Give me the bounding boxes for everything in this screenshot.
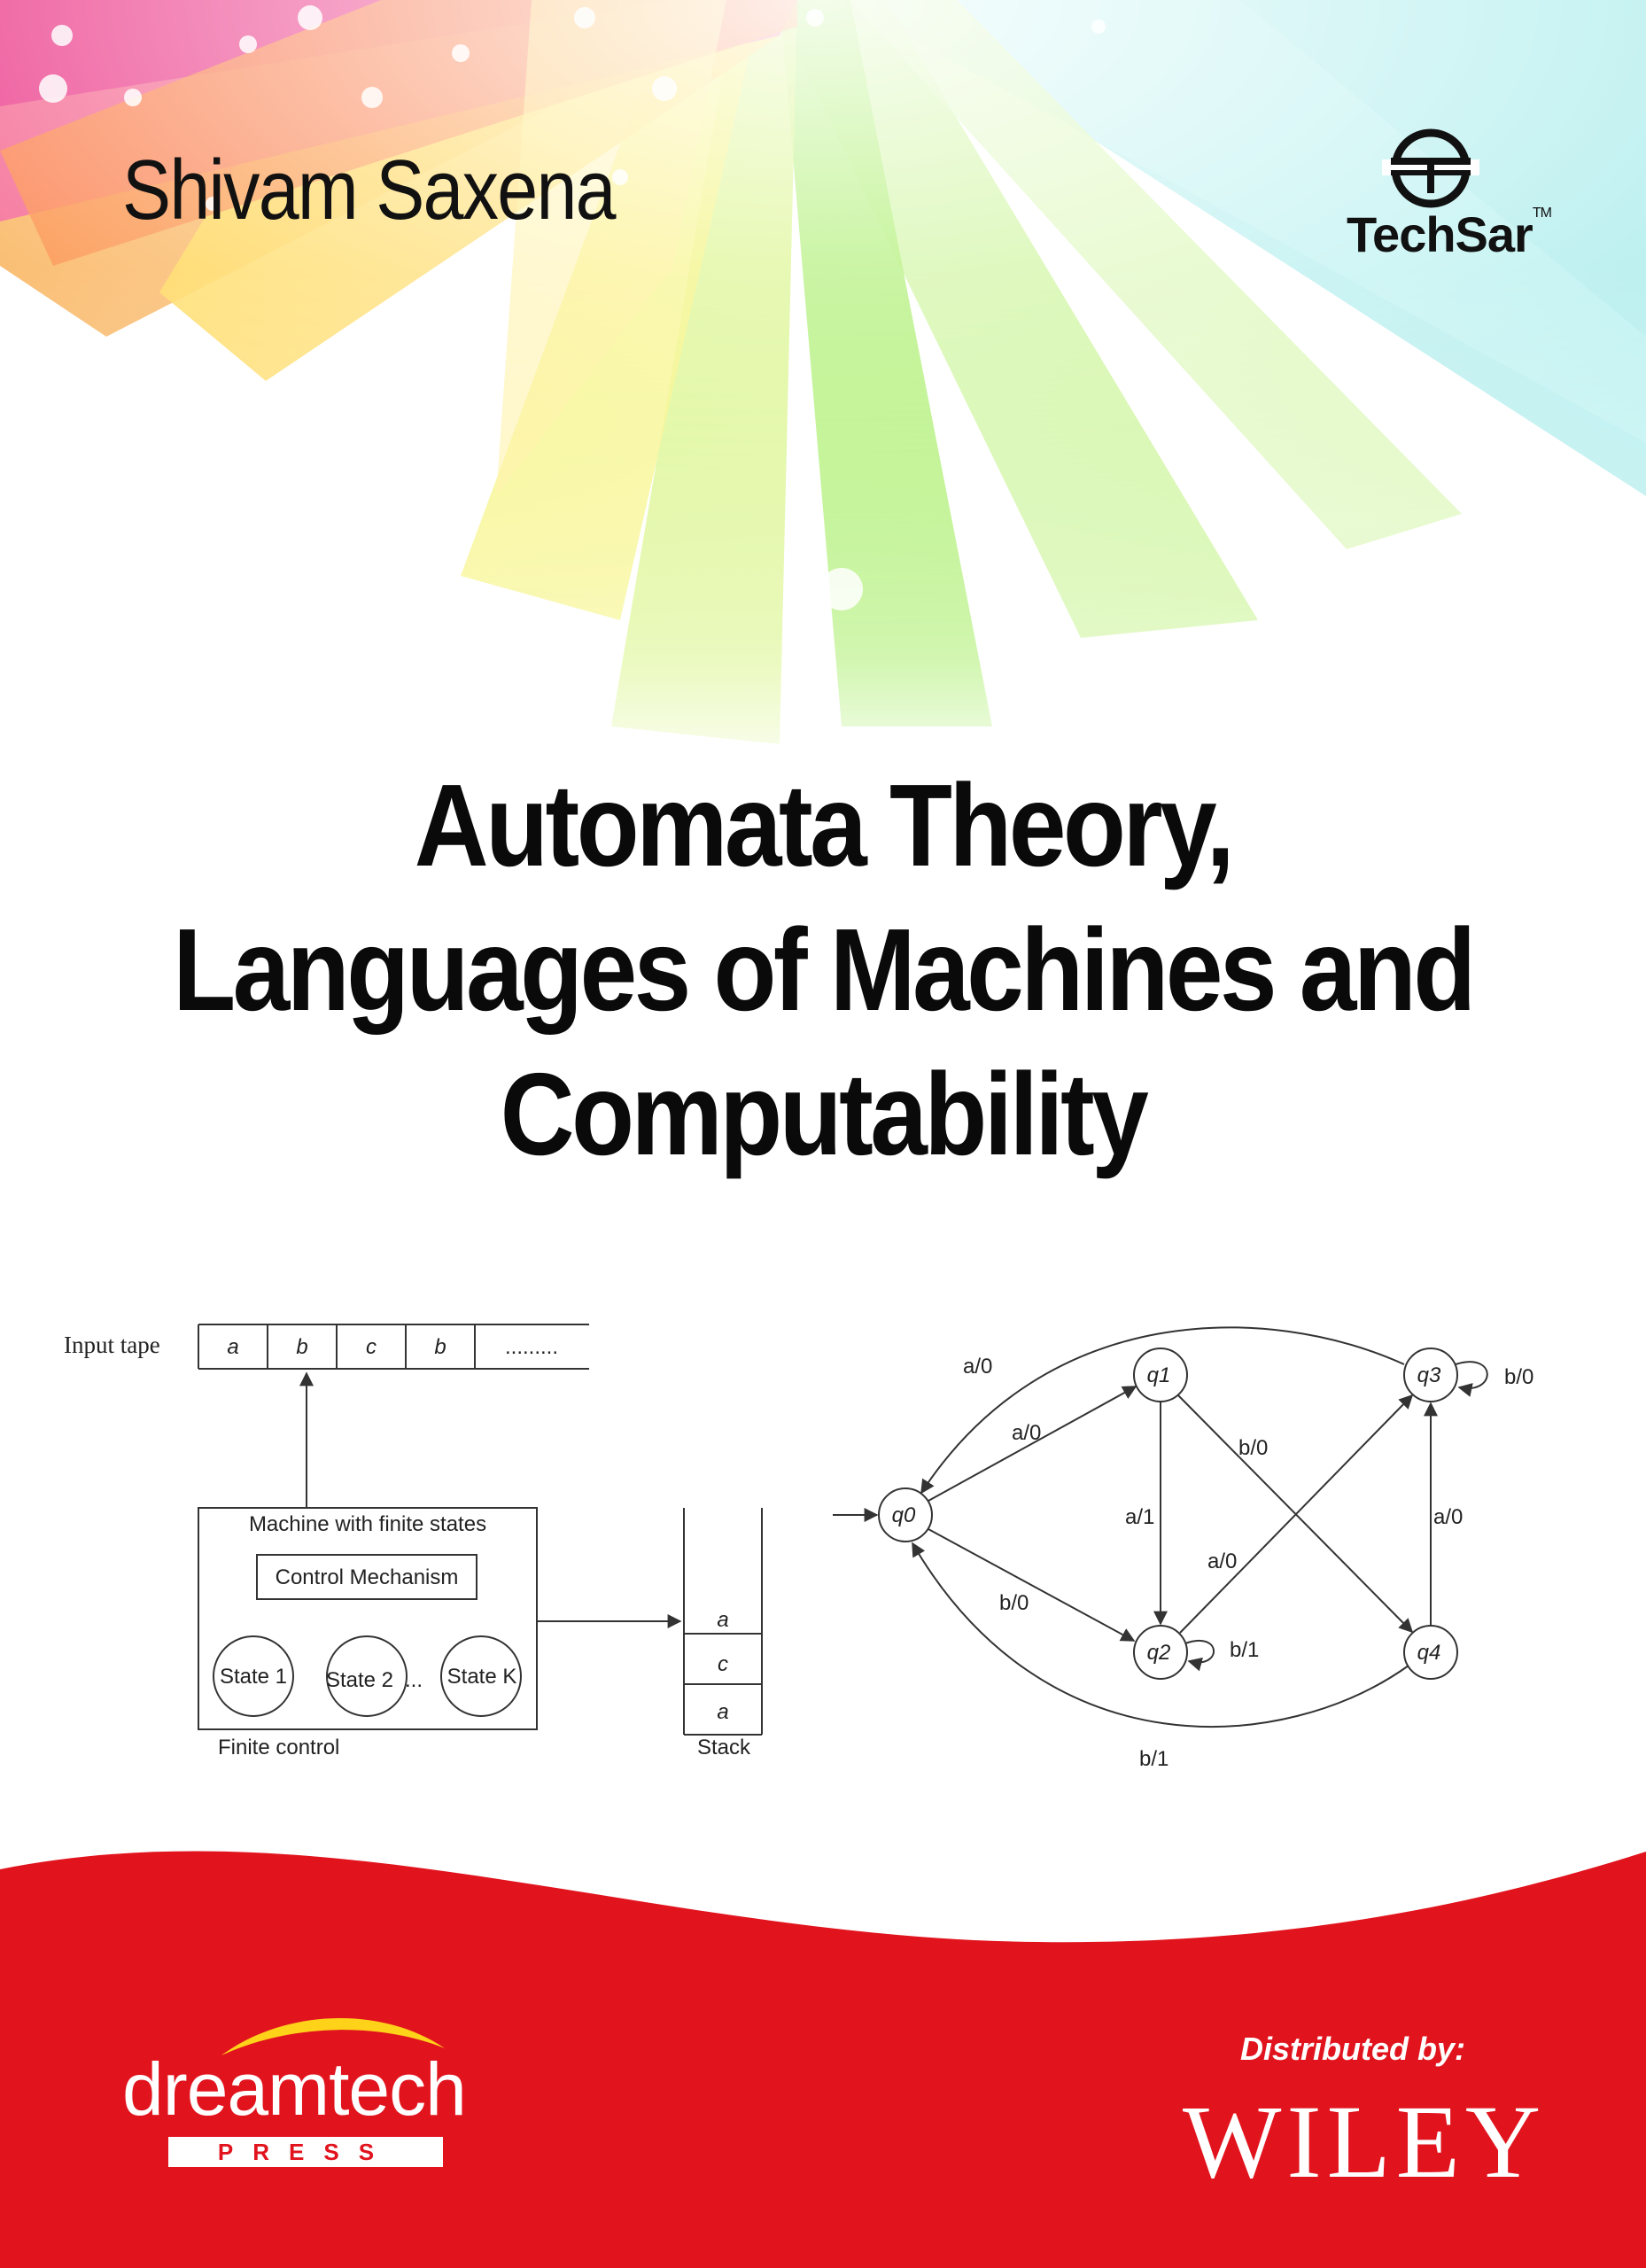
edge-label: a/0 <box>1012 1421 1041 1445</box>
techsar-monogram-icon <box>1382 128 1479 208</box>
pda-diagram: Input tape a b c b ......... Machine wit… <box>64 1324 763 1759</box>
series-logo: TechSarTM <box>1347 206 1552 263</box>
edge-label: b/1 <box>1230 1638 1259 1662</box>
publisher-logo-sub: PRESS <box>168 2137 443 2167</box>
edge-label: a/1 <box>1125 1505 1154 1529</box>
svg-text:q1: q1 <box>1147 1363 1171 1387</box>
publisher-logo-text: dreamtech <box>122 2047 467 2131</box>
edge-label: b/0 <box>999 1591 1029 1615</box>
tape-cell: c <box>366 1335 377 1359</box>
tape-cell: b <box>434 1335 446 1359</box>
book-cover: Shivam Saxena TechSarTM Automata Theory,… <box>0 0 1646 2268</box>
svg-text:q4: q4 <box>1417 1641 1441 1665</box>
stack-label: Stack <box>697 1736 751 1759</box>
book-title: Automata Theory, Languages of Machines a… <box>0 753 1646 1186</box>
svg-text:q2: q2 <box>1147 1641 1171 1665</box>
edge-label: a/0 <box>1433 1505 1463 1529</box>
tape-cell: b <box>296 1335 307 1359</box>
edge-label: a/0 <box>1207 1550 1237 1573</box>
edge-label: b/1 <box>1139 1747 1169 1771</box>
tape-cell: ......... <box>505 1335 558 1359</box>
distributed-by-label: Distributed by: <box>1240 2031 1466 2067</box>
edge-label: a/0 <box>963 1355 992 1379</box>
title-line: Computability <box>500 1049 1149 1179</box>
stack-cell: a <box>717 1608 728 1632</box>
state-ellipsis: ... <box>405 1668 423 1692</box>
state-label: q2 <box>1147 1641 1171 1665</box>
state-label: q4 <box>1417 1641 1441 1665</box>
input-tape-label: Input tape <box>64 1332 160 1358</box>
title-line: Languages of Machines and <box>173 905 1476 1035</box>
state-label: State 2 <box>326 1668 393 1692</box>
finite-control-label: Finite control <box>218 1736 339 1759</box>
stack-cell: c <box>718 1652 728 1676</box>
state-label: q1 <box>1147 1363 1171 1387</box>
edge-label: b/0 <box>1238 1436 1268 1460</box>
tape-cell: a <box>227 1335 238 1359</box>
edge-label: b/0 <box>1504 1365 1533 1389</box>
state-label: State 1 <box>220 1665 287 1689</box>
state-diagram: q0 q1 q2 q3 q4 a/0 b/0 a/1 b/0 b/1 a/0 a… <box>833 1326 1533 1771</box>
light-rays-background <box>0 0 1646 797</box>
state-label: State K <box>447 1665 517 1689</box>
svg-text:q0: q0 <box>892 1503 916 1527</box>
stack-cell: a <box>717 1700 728 1724</box>
series-logo-text: TechSar <box>1347 206 1533 262</box>
state-label: q0 <box>892 1503 916 1527</box>
svg-text:q3: q3 <box>1417 1363 1441 1387</box>
title-line: Automata Theory, <box>414 760 1235 890</box>
control-mechanism-label: Control Mechanism <box>276 1565 459 1589</box>
state-label: q3 <box>1417 1363 1441 1387</box>
machine-label: Machine with finite states <box>249 1512 486 1536</box>
distributor-logo: WILEY <box>1183 2084 1547 2200</box>
trademark-symbol: TM <box>1532 206 1552 221</box>
author-name: Shivam Saxena <box>122 143 617 237</box>
